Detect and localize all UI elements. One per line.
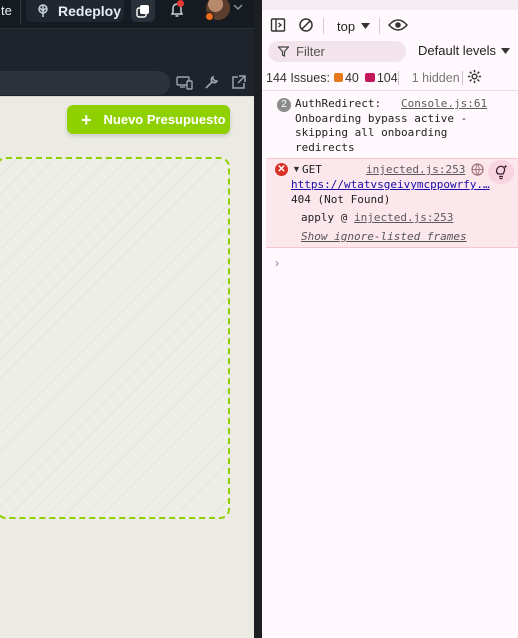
show-ignored-frames-link[interactable]: Show ignore-listed frames <box>301 230 467 243</box>
network-icon[interactable] <box>471 163 484 176</box>
warning-icon <box>333 73 343 82</box>
external-link-icon[interactable] <box>230 74 247 91</box>
issues-label: 144 Issues: <box>266 70 330 85</box>
gear-icon[interactable] <box>467 69 482 84</box>
expand-caret-icon[interactable]: ▼ <box>292 164 301 174</box>
main-page: + Nuevo Presupuesto <box>0 96 254 638</box>
ai-explain-button[interactable] <box>488 160 514 184</box>
address-field[interactable] <box>0 71 170 95</box>
stack-frame: apply @ injected.js:253 <box>301 211 453 224</box>
source-link[interactable]: injected.js:253 <box>366 163 465 176</box>
stack-source-link[interactable]: injected.js:253 <box>354 211 453 224</box>
filter-icon <box>278 46 289 57</box>
sidebar-toggle-icon[interactable] <box>270 17 286 33</box>
address-bar-actions <box>176 74 247 91</box>
issues-warning-count[interactable]: 40 <box>333 70 359 85</box>
row-divider <box>262 90 518 91</box>
clear-console-icon[interactable] <box>298 17 314 33</box>
panel-resizer[interactable] <box>254 0 262 638</box>
request-url-link[interactable]: https://wtatvsgeivymcppowrfy.… <box>291 178 491 191</box>
issues-divider <box>462 71 463 85</box>
console-prompt[interactable]: › <box>275 256 279 270</box>
error-status: 404 (Not Found) <box>291 193 391 206</box>
issues-divider <box>398 71 399 85</box>
warning-count: 40 <box>344 70 359 85</box>
secondary-toolbar <box>0 28 254 63</box>
repeat-count-badge: 2 <box>277 98 291 112</box>
console-toolbar: top <box>262 12 518 40</box>
address-bar <box>0 70 254 96</box>
new-budget-button[interactable]: + Nuevo Presupuesto <box>67 105 230 134</box>
eye-icon[interactable] <box>388 18 408 32</box>
notification-dot <box>177 0 184 7</box>
devices-icon[interactable] <box>176 74 193 91</box>
console-error: ✕ ▼ GET injected.js:253 https://wtatvsge… <box>266 158 518 248</box>
wrench-icon[interactable] <box>203 74 220 91</box>
context-select[interactable]: top <box>337 16 371 36</box>
copy-icon <box>136 5 149 18</box>
redeploy-label: Redeploy <box>58 3 122 19</box>
chevron-down-icon[interactable] <box>233 2 243 12</box>
plus-icon: + <box>81 109 92 130</box>
dropdown-arrow-icon <box>501 47 511 54</box>
avatar-status-badge <box>205 12 214 21</box>
hidden-count[interactable]: 1 hidden <box>412 71 460 85</box>
devtools-panel: top Filter Default levels 144 Issues: 40… <box>262 0 518 638</box>
request-method: GET <box>302 163 322 176</box>
new-budget-label: Nuevo Presupuesto <box>103 112 226 127</box>
toolbar-divider <box>20 0 21 24</box>
app-topbar: te Redeploy <box>0 0 262 28</box>
message-count: 104 <box>376 70 398 85</box>
toolbar-band <box>0 63 254 70</box>
error-icon: ✕ <box>275 163 288 176</box>
console-message: 2 AuthRedirect: Onboarding bypass active… <box>262 93 518 157</box>
drop-zone[interactable] <box>0 157 230 519</box>
redeploy-icon <box>38 4 48 17</box>
toolbar-divider <box>379 18 380 34</box>
lightbulb-icon <box>495 164 508 180</box>
page-divider <box>0 96 254 97</box>
context-label: top <box>337 18 356 34</box>
source-link[interactable]: Console.js:61 <box>401 97 487 110</box>
filter-placeholder: Filter <box>296 44 325 59</box>
message-icon <box>364 73 375 82</box>
devtools-tab-strip <box>262 0 518 10</box>
log-levels-label: Default levels <box>418 43 497 58</box>
toolbar-divider <box>323 18 324 34</box>
redeploy-button[interactable]: Redeploy <box>26 0 124 22</box>
log-levels-select[interactable]: Default levels <box>418 43 511 58</box>
stack-function: apply @ <box>301 211 348 224</box>
truncated-label: te <box>1 3 12 18</box>
issues-message-count[interactable]: 104 <box>364 70 398 85</box>
dropdown-arrow-icon <box>361 23 371 29</box>
filter-input[interactable]: Filter <box>268 41 406 62</box>
copy-button[interactable] <box>131 0 155 22</box>
